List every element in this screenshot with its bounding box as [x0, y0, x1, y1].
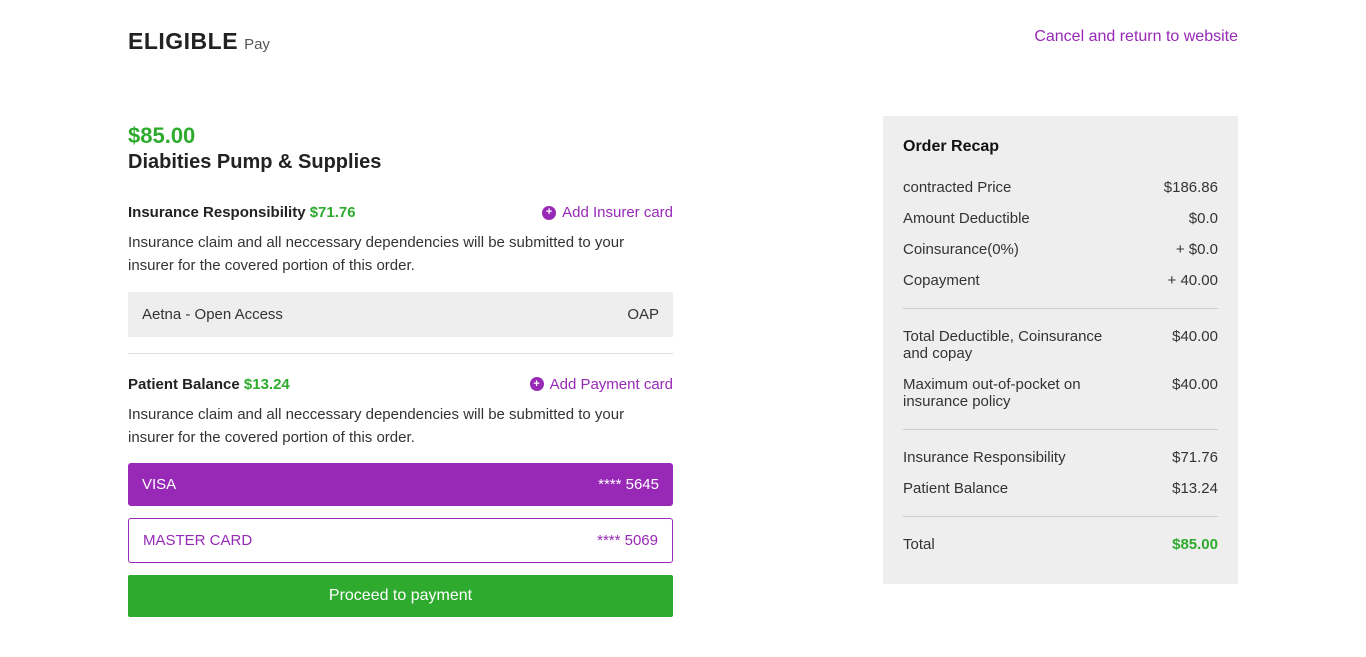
add-insurer-label: Add Insurer card: [562, 204, 673, 221]
insurance-title: Insurance Responsibility $71.76: [128, 204, 356, 221]
recap-row-label: Amount Deductible: [903, 210, 1030, 227]
order-recap: Order Recap contracted Price $186.86 Amoun…: [883, 116, 1238, 584]
recap-row-value: + $0.0: [1176, 241, 1218, 258]
payment-card[interactable]: MASTER CARD **** 5069: [128, 518, 673, 563]
payment-card-last4: **** 5069: [597, 532, 658, 549]
insurer-name: Aetna - Open Access: [142, 306, 283, 323]
brand-main: ELIGIBLE: [128, 28, 238, 55]
recap-total-label: Total: [903, 536, 935, 553]
recap-row-value: $186.86: [1164, 179, 1218, 196]
recap-title: Order Recap: [903, 138, 1218, 156]
recap-row-label: contracted Price: [903, 179, 1011, 196]
patient-title: Patient Balance $13.24: [128, 376, 290, 393]
payment-card-brand: VISA: [142, 476, 176, 493]
plus-circle-icon: +: [530, 377, 544, 391]
recap-row-label: Coinsurance(0%): [903, 241, 1019, 258]
product-name: Diabities Pump & Supplies: [128, 151, 673, 174]
recap-row: Coinsurance(0%) + $0.0: [903, 234, 1218, 265]
recap-row-value: $71.76: [1172, 449, 1218, 466]
recap-row: Copayment + 40.00: [903, 265, 1218, 296]
plus-circle-icon: +: [542, 206, 556, 220]
add-insurer-button[interactable]: + Add Insurer card: [542, 204, 673, 221]
recap-row-label: Insurance Responsibility: [903, 449, 1066, 466]
insurance-amount: $71.76: [310, 204, 356, 221]
recap-row-label: Copayment: [903, 272, 980, 289]
recap-row: contracted Price $186.86: [903, 172, 1218, 203]
cancel-link[interactable]: Cancel and return to website: [1034, 28, 1238, 45]
recap-divider: [903, 516, 1218, 517]
recap-row-label: Total Deductible, Coinsurance and copay: [903, 328, 1113, 362]
recap-row-label: Maximum out-of-pocket on insurance polic…: [903, 376, 1113, 410]
recap-divider: [903, 429, 1218, 430]
recap-row-value: $13.24: [1172, 480, 1218, 497]
recap-row: Patient Balance $13.24: [903, 473, 1218, 504]
payment-card-brand: MASTER CARD: [143, 532, 252, 549]
add-payment-label: Add Payment card: [550, 376, 673, 393]
proceed-button[interactable]: Proceed to payment: [128, 575, 673, 617]
patient-title-prefix: Patient Balance: [128, 376, 244, 393]
patient-description: Insurance claim and all neccessary depen…: [128, 403, 673, 450]
brand: ELIGIBLE Pay: [128, 28, 270, 55]
recap-row: Insurance Responsibility $71.76: [903, 442, 1218, 473]
insurer-card[interactable]: Aetna - Open Access OAP: [128, 292, 673, 337]
recap-row: Maximum out-of-pocket on insurance polic…: [903, 369, 1218, 417]
add-payment-button[interactable]: + Add Payment card: [530, 376, 673, 393]
recap-row-label: Patient Balance: [903, 480, 1008, 497]
brand-sub: Pay: [244, 36, 270, 53]
recap-row-value: $40.00: [1172, 376, 1218, 393]
patient-amount: $13.24: [244, 376, 290, 393]
recap-row-value: $0.0: [1189, 210, 1218, 227]
recap-row-value: $40.00: [1172, 328, 1218, 345]
insurance-description: Insurance claim and all neccessary depen…: [128, 231, 673, 278]
order-price: $85.00: [128, 123, 673, 149]
insurer-code: OAP: [627, 306, 659, 323]
section-divider: [128, 353, 673, 354]
payment-card[interactable]: VISA **** 5645: [128, 463, 673, 506]
insurance-title-prefix: Insurance Responsibility: [128, 204, 310, 221]
payment-card-last4: **** 5645: [598, 476, 659, 493]
recap-divider: [903, 308, 1218, 309]
recap-row: Amount Deductible $0.0: [903, 203, 1218, 234]
recap-total-value: $85.00: [1172, 536, 1218, 553]
recap-row-value: + 40.00: [1168, 272, 1218, 289]
recap-row: Total Deductible, Coinsurance and copay $…: [903, 321, 1218, 369]
